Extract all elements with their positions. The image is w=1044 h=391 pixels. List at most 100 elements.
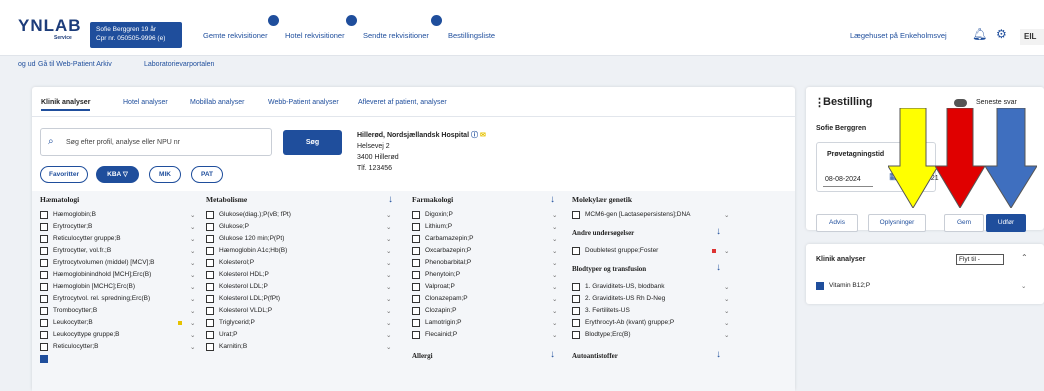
arrow-down-icon[interactable]: ↓ [716,350,721,360]
list-item[interactable]: Reticulocytter gruppe;B ⌄ [40,233,200,245]
list-item[interactable]: Hæmoglobin A1c;Hb(B) ⌄ [206,245,396,257]
patient-cpr: Cpr nr. 050505-9996 (e) [96,35,166,42]
yellow-arrow-annotation [888,108,938,208]
link-laboratorievarportalen[interactable]: Laboratorievarportalen [144,61,214,68]
user-avatar[interactable]: EIL [1020,29,1044,45]
column-title: Farmakologi [412,195,454,204]
arrow-down-icon[interactable]: ↓ [388,195,393,205]
list-item[interactable]: Phenytoin;P ⌄ [412,269,562,281]
advis-button[interactable]: Advis [816,214,858,232]
search-button[interactable]: Søg [283,130,342,155]
link-log-out[interactable]: og ud [18,61,36,68]
arrow-down-icon[interactable]: ↓ [716,227,721,237]
gem-button[interactable]: Gem [944,214,984,232]
column-title: Metabolisme [206,195,248,204]
list-item[interactable]: Hæmoglobin;B ⌄ [40,209,200,221]
column-molekylaer-genetik: Molekylær genetik MCM6-gen [Lactasepersi… [572,195,732,385]
tab-afleveret-af-patient[interactable]: Afleveret af patient, analyser [358,99,447,106]
move-to-select[interactable]: Flyt til - [956,254,1004,265]
section-title-allergi: Allergi [412,352,433,360]
checkbox-checked[interactable] [816,282,824,290]
patient-chip[interactable]: Sofie Berggren 19 år Cpr nr. 050505-9996… [90,22,182,48]
list-item[interactable]: Lithium;P ⌄ [412,221,562,233]
tab-webb-patient-analyser[interactable]: Webb-Patient analyser [268,99,339,106]
list-item[interactable]: Oxcarbazepin;P ⌄ [412,245,562,257]
filter-pat[interactable]: PAT [191,166,223,183]
link-gemte-rekvisitioner[interactable]: Gemte rekvisitioner [203,31,268,40]
chevron-up-icon[interactable]: ⌃ [1021,253,1028,262]
column-haematologi: Hæmatologi Hæmoglobin;B ⌄ Erytrocytter;B ⌄… [40,195,200,385]
link-bestillingsliste[interactable]: Bestillingsliste [448,31,495,40]
filter-mik[interactable]: MIK [149,166,181,183]
link-hotel-rekvisitioner[interactable]: Hotel rekvisitioner [285,31,345,40]
hospital-phone: Tlf. 123456 [357,165,393,172]
gear-icon[interactable]: ⚙︎ [996,28,1007,40]
selected-analysis-item[interactable]: Vitamin B12;P ⌄ [816,280,1031,292]
clinic-name[interactable]: Lægehuset på Enkeholmsvej [850,31,947,40]
date-input[interactable]: 08-08-2024 [823,173,873,187]
list-item[interactable]: Reticulocytter;B ⌄ [40,341,200,353]
count-badge-icon [346,15,357,26]
tab-mobillab-analyser[interactable]: Mobillab analyser [190,99,244,106]
list-item[interactable]: Erytrocytter, vol.fr.;B ⌄ [40,245,200,257]
seneste-svar-toggle[interactable] [954,99,967,107]
list-item[interactable]: Carbamazepin;P ⌄ [412,233,562,245]
list-item[interactable]: Hæmoglobin [MCHC];Erc(B) ⌄ [40,281,200,293]
list-item[interactable]: Kolesterol HDL;P ⌄ [206,269,396,281]
list-item[interactable]: Triglycerid;P ⌄ [206,317,396,329]
list-item[interactable]: Kolesterol LDL;P ⌄ [206,281,396,293]
tab-hotel-analyser[interactable]: Hotel analyser [123,99,168,106]
list-item[interactable]: Erytrocytvolumen (middel) [MCV];B ⌄ [40,257,200,269]
list-item[interactable]: MCM6-gen [Lactasepersistens];DNA ⌄ [572,209,732,221]
list-item[interactable]: Clonazepam;P ⌄ [412,293,562,305]
list-item[interactable]: Blodtype;Erc(B) ⌄ [572,329,732,341]
list-item[interactable]: Kolesterol LDL;P(fPt) ⌄ [206,293,396,305]
search-icon: ⌕ [48,136,54,147]
list-item[interactable]: Valproat;P ⌄ [412,281,562,293]
list-item[interactable]: Erytrocytter;B ⌄ [40,221,200,233]
arrow-down-icon[interactable]: ↓ [550,195,555,205]
list-item[interactable]: Glukose(diag.);P(vB; fPt) ⌄ [206,209,396,221]
arrow-down-icon[interactable]: ↓ [550,350,555,360]
list-item[interactable]: Karnitin;B ⌄ [206,341,396,353]
filter-kba[interactable]: KBA ▽ [96,166,139,183]
list-item[interactable]: Leukocyttype gruppe;B ⌄ [40,329,200,341]
tab-klinik-analyser[interactable]: Klinik analyser [41,99,91,111]
column-title: Hæmatologi [40,195,80,204]
list-item[interactable]: Lamotrigin;P ⌄ [412,317,562,329]
list-item[interactable]: Kolesterol VLDL;P ⌄ [206,305,396,317]
list-item[interactable]: Clozapin;P ⌄ [412,305,562,317]
order-patient-name: Sofie Berggren [816,125,867,132]
udfor-button[interactable]: Udfør [986,214,1026,232]
mail-icon[interactable]: ✉︎ [480,132,486,139]
list-item[interactable]: Urat;P ⌄ [206,329,396,341]
list-item[interactable]: Phenobarbital;P ⌄ [412,257,562,269]
link-sendte-rekvisitioner[interactable]: Sendte rekvisitioner [363,31,429,40]
list-item[interactable]: 1. Graviditets-US, blodbank ⌄ [572,281,732,293]
list-item[interactable]: Leukocytter;B ⌄ [40,317,200,329]
list-item[interactable]: Flecainid;P ⌄ [412,329,562,341]
list-item[interactable]: Erytrocytvol. rel. spredning;Erc(B) ⌄ [40,293,200,305]
list-item[interactable]: Kolesterol;P ⌄ [206,257,396,269]
bell-icon[interactable]: 🔔︎ [972,28,987,40]
list-item[interactable]: Digoxin;P ⌄ [412,209,562,221]
oplysninger-button[interactable]: Oplysninger [868,214,926,232]
list-item[interactable]: Hæmoglobinindhold [MCH];Erc(B) ⌄ [40,269,200,281]
column-farmakologi: Farmakologi ↓ Digoxin;P ⌄ Lithium;P ⌄ Carb… [412,195,562,385]
arrow-down-icon[interactable]: ↓ [716,263,721,273]
info-icon[interactable]: ⓘ [471,132,478,139]
list-item[interactable]: 2. Graviditets-US Rh D-Neg ⌄ [572,293,732,305]
list-item[interactable]: Glukose;P ⌄ [206,221,396,233]
search-box[interactable]: ⌕ Søg efter profil, analyse eller NPU nr [40,128,272,156]
list-item[interactable]: Glukose 120 min;P(Pt) ⌄ [206,233,396,245]
link-web-patient-arkiv[interactable]: Gå til Web-Patient Arkiv [38,61,112,68]
list-item[interactable]: Doubletest gruppe;Foster ⌄ [572,245,732,257]
list-item[interactable] [40,353,200,365]
filter-favoritter[interactable]: Favoritter [40,166,88,183]
red-arrow-annotation [935,108,985,208]
list-item[interactable]: 3. Fertilitets-US ⌄ [572,305,732,317]
list-item[interactable]: Trombocytter;B ⌄ [40,305,200,317]
list-item[interactable]: Erythrocyt-Ab (kvant) gruppe;P ⌄ [572,317,732,329]
filter-icon: ▽ [122,171,128,178]
search-input[interactable]: Søg efter profil, analyse eller NPU nr [66,139,180,146]
